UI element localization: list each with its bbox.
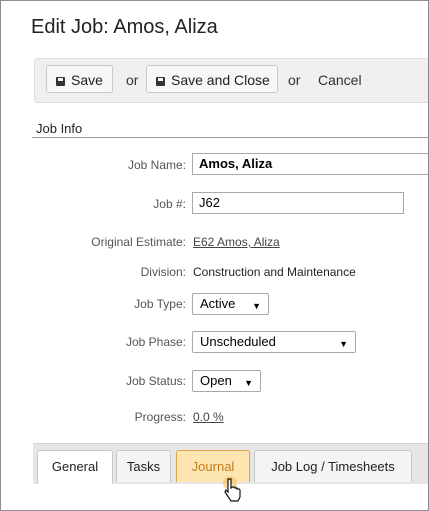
job-type-select[interactable]: Active ▼	[192, 293, 269, 315]
save-and-close-label: Save and Close	[171, 72, 270, 88]
job-status-select[interactable]: Open ▼	[192, 370, 261, 392]
tab-job-log-timesheets[interactable]: Job Log / Timesheets	[254, 450, 412, 482]
job-name-field[interactable]: Amos, Aliza	[192, 153, 428, 175]
progress-label: Progress:	[134, 410, 186, 424]
edit-job-window: Edit Job: Amos, Aliza Save or Save and C…	[0, 0, 429, 511]
section-title: Job Info	[36, 121, 83, 136]
tab-general[interactable]: General	[37, 450, 113, 484]
or-separator: or	[126, 72, 139, 88]
division-label: Division:	[140, 265, 186, 279]
job-phase-label: Job Phase:	[125, 335, 186, 349]
floppy-disk-icon	[156, 77, 165, 86]
dropdown-arrow-icon: ▼	[244, 378, 253, 388]
job-phase-select[interactable]: Unscheduled ▼	[192, 331, 356, 353]
job-phase-value: Unscheduled	[200, 334, 276, 349]
floppy-disk-icon	[56, 77, 65, 86]
original-estimate-link[interactable]: E62 Amos, Aliza	[193, 235, 280, 249]
job-type-label: Job Type:	[134, 297, 186, 311]
original-estimate-label: Original Estimate:	[91, 235, 186, 249]
page-title: Edit Job: Amos, Aliza	[31, 16, 218, 38]
job-type-value: Active	[200, 296, 236, 311]
dropdown-arrow-icon: ▼	[252, 301, 261, 311]
cancel-link[interactable]: Cancel	[318, 72, 362, 88]
save-and-close-button[interactable]: Save and Close	[146, 65, 278, 93]
job-number-field[interactable]: J62	[192, 192, 404, 214]
dropdown-arrow-icon: ▼	[339, 339, 348, 349]
toolbar: Save or Save and Close or Cancel	[34, 58, 428, 103]
job-name-label: Job Name:	[127, 158, 186, 172]
or-separator: or	[288, 72, 301, 88]
progress-link[interactable]: 0.0 %	[193, 410, 224, 424]
tab-tasks[interactable]: Tasks	[116, 450, 171, 482]
job-status-label: Job Status:	[125, 374, 186, 388]
division-value: Construction and Maintenance	[193, 265, 356, 279]
section-divider	[32, 137, 428, 138]
save-label: Save	[71, 72, 103, 88]
save-button[interactable]: Save	[46, 65, 113, 93]
hand-pointer-icon	[223, 476, 241, 502]
job-status-value: Open	[200, 373, 232, 388]
job-number-label: Job #:	[153, 197, 186, 211]
